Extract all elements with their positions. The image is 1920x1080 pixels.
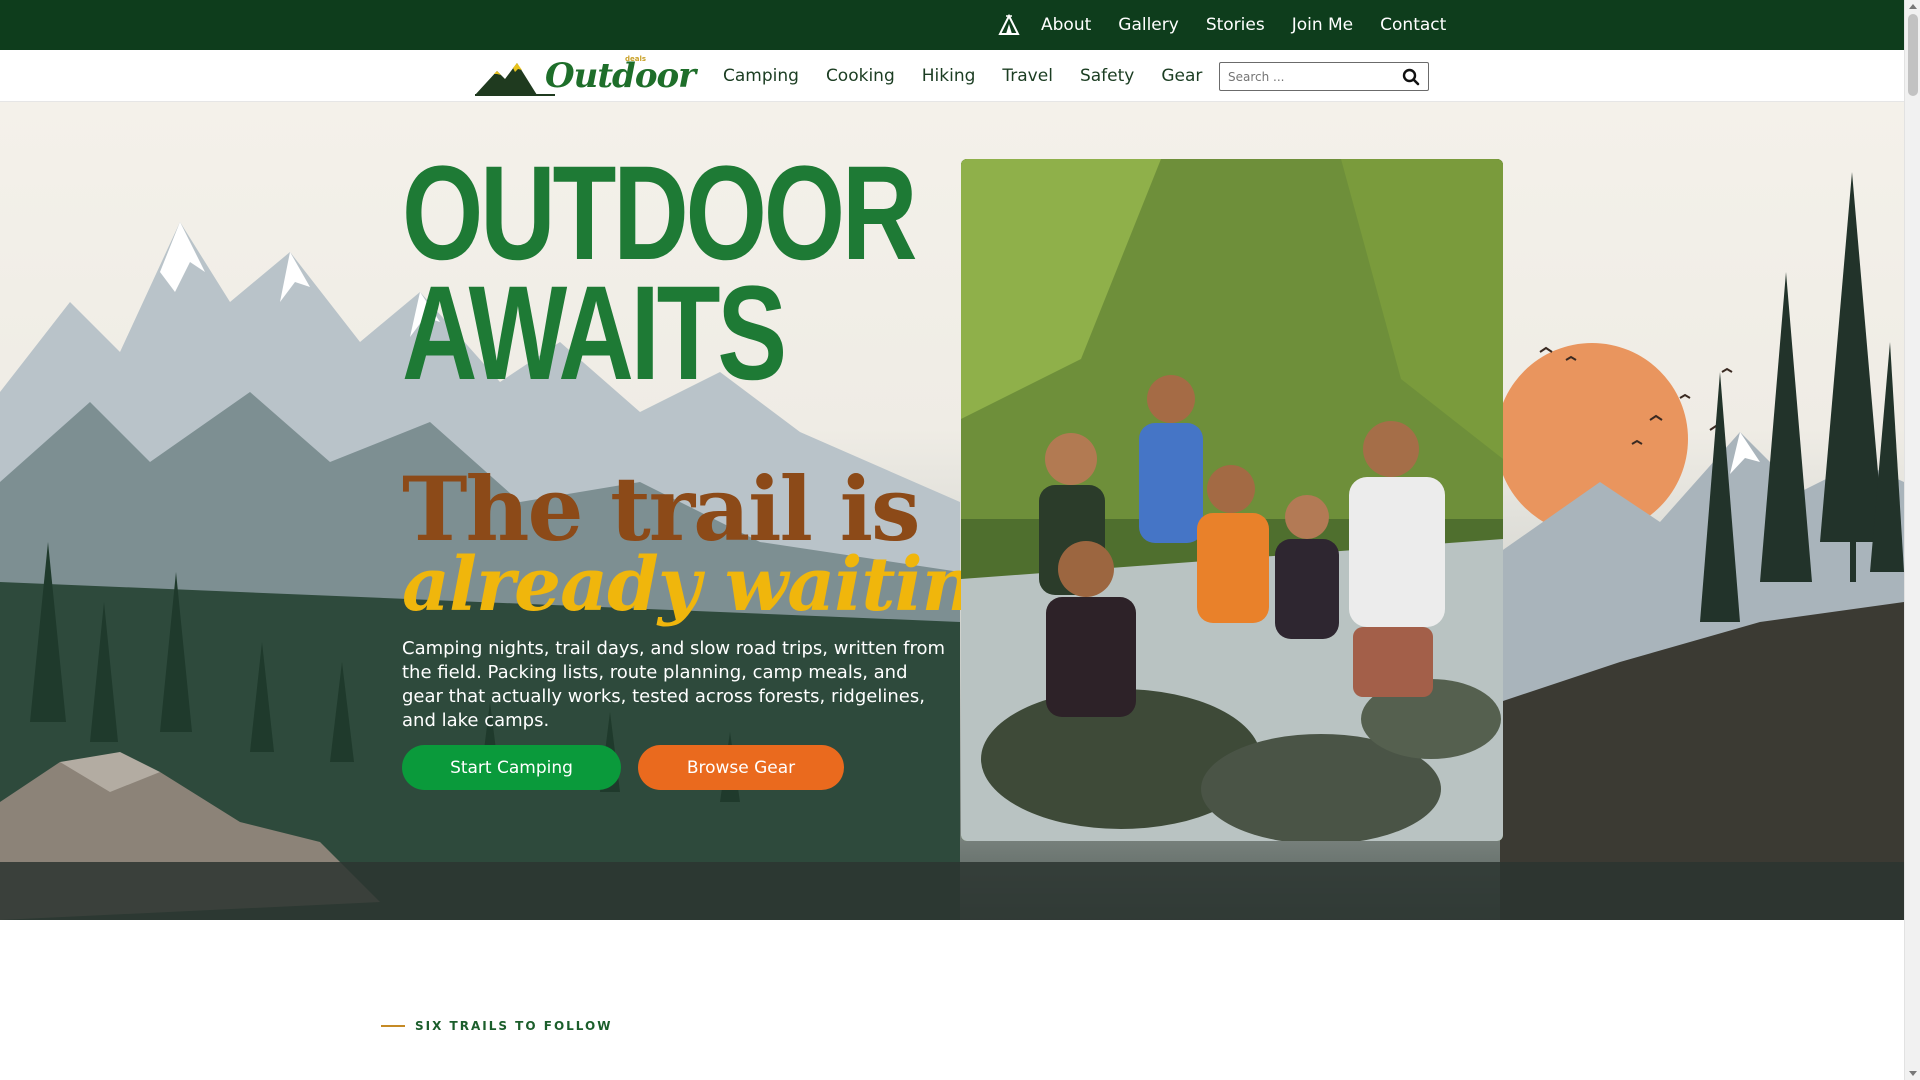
- logo-small-text: deals: [625, 55, 647, 63]
- start-camping-button[interactable]: Start Camping: [402, 745, 621, 790]
- tent-icon[interactable]: [995, 11, 1023, 39]
- hero-description: Camping nights, trail days, and slow roa…: [402, 638, 946, 731]
- nav-camping[interactable]: Camping: [723, 66, 799, 86]
- section-label-divider: [381, 1025, 405, 1027]
- top-nav-about[interactable]: About: [1041, 15, 1091, 35]
- hero-title: OUTDOOR AWAITS: [402, 139, 917, 408]
- hero-title-line-2: AWAITS: [402, 259, 787, 408]
- hero-section: OUTDOOR AWAITS The trail is already wait…: [0, 102, 1904, 920]
- section-label-text: SIX TRAILS TO FOLLOW: [415, 1019, 613, 1033]
- main-nav: Camping Cooking Hiking Travel Safety Gea…: [723, 50, 1229, 102]
- browse-gear-button[interactable]: Browse Gear: [638, 745, 844, 790]
- scrollbar-thumb[interactable]: [1908, 14, 1918, 96]
- mountain-landscape-illustration: [0, 172, 1904, 920]
- nav-safety[interactable]: Safety: [1080, 66, 1134, 86]
- search-box: [1219, 62, 1429, 91]
- page-scrollbar[interactable]: [1904, 0, 1920, 1080]
- main-header: Outdoor deals Camping Cooking Hiking Tra…: [0, 50, 1904, 102]
- top-nav-gallery[interactable]: Gallery: [1118, 15, 1179, 35]
- top-nav-join-me[interactable]: Join Me: [1292, 15, 1353, 35]
- section-label: SIX TRAILS TO FOLLOW: [381, 1019, 612, 1033]
- nav-cooking[interactable]: Cooking: [826, 66, 895, 86]
- search-input[interactable]: [1220, 63, 1390, 90]
- top-bar: About Gallery Stories Join Me Contact: [0, 0, 1904, 50]
- hero-subtitle-line-2: already waiting: [402, 542, 1026, 628]
- nav-hiking[interactable]: Hiking: [922, 66, 976, 86]
- scroll-down-arrow-icon[interactable]: [1909, 1071, 1917, 1076]
- hero-group-photo: [961, 159, 1503, 841]
- scroll-up-arrow-icon[interactable]: [1909, 4, 1917, 9]
- top-nav-contact[interactable]: Contact: [1380, 15, 1446, 35]
- hero-title-line-1: OUTDOOR: [402, 139, 917, 288]
- search-icon[interactable]: [1402, 68, 1420, 86]
- site-logo[interactable]: Outdoor deals: [475, 55, 696, 97]
- top-nav-stories[interactable]: Stories: [1206, 15, 1265, 35]
- top-nav: About Gallery Stories Join Me Contact: [995, 0, 1473, 50]
- nav-gear[interactable]: Gear: [1161, 66, 1202, 86]
- nav-travel[interactable]: Travel: [1002, 66, 1053, 86]
- logo-text: Outdoor: [545, 56, 696, 96]
